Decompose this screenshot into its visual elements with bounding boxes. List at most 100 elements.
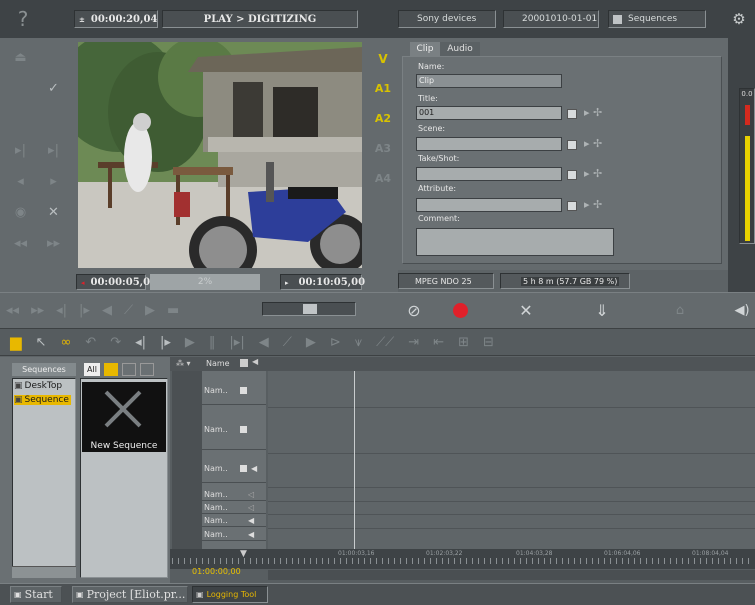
sequences-tab[interactable]: Sequences <box>12 363 76 376</box>
tape-selector[interactable]: 20001010-01-01 <box>503 10 599 28</box>
check-icon[interactable]: ✓ <box>37 73 70 104</box>
jump-out-icon[interactable]: ▸| <box>37 135 70 166</box>
title-checkbox[interactable] <box>567 109 577 119</box>
track-row[interactable]: Nam.. <box>202 410 266 450</box>
tab-clip[interactable]: Clip <box>410 42 440 56</box>
video-preview[interactable] <box>78 42 362 268</box>
fast-forward-button[interactable]: ▸▸ <box>31 303 44 318</box>
mark-in-button[interactable]: ◀ <box>102 303 112 318</box>
track-v[interactable]: V <box>370 52 396 82</box>
no-video-button[interactable]: ⊘ <box>402 296 426 324</box>
tab-audio[interactable]: Audio <box>440 42 480 56</box>
video-toggle-icon[interactable] <box>240 465 247 472</box>
track-row[interactable]: Nam.. ◀ <box>202 455 266 483</box>
tree-item-sequence[interactable]: ▣ Sequence <box>14 395 71 405</box>
take-increment-icon[interactable]: ▸ ✢ <box>584 167 602 180</box>
name-field[interactable]: Clip <box>416 74 562 88</box>
audio-toggle-icon[interactable]: ◀ <box>251 464 257 473</box>
audio-toggle-icon[interactable]: ◁ <box>248 503 254 512</box>
in-timecode[interactable]: ◂ 00:00:05,00 <box>76 274 157 290</box>
insert-icon[interactable]: ⇤ <box>433 335 444 350</box>
jog-slider[interactable] <box>262 302 356 316</box>
title-increment-icon[interactable]: ▸ ✢ <box>584 106 602 119</box>
take-field[interactable] <box>416 167 562 181</box>
track-row[interactable]: Nam.. ◀ <box>202 529 266 541</box>
save-clip-button[interactable]: ⇓ <box>590 296 614 324</box>
play-selection-icon[interactable]: ▶ <box>185 335 195 350</box>
scene-checkbox[interactable] <box>567 140 577 150</box>
bin-selector[interactable]: Sequences <box>608 10 706 28</box>
pointer-icon[interactable]: ↖ <box>36 335 47 350</box>
timeline-scrollbar[interactable] <box>268 570 755 580</box>
out-timecode[interactable]: ▸ 00:10:05,00 <box>280 274 365 290</box>
record-button[interactable] <box>453 303 468 318</box>
match-frame-icon[interactable]: ⊞ <box>458 335 469 350</box>
step-icon[interactable]: |▸| <box>229 335 244 350</box>
tree-item-desktop[interactable]: ▣ DeskTop <box>14 381 62 391</box>
rewind-icon[interactable]: ◂◂ <box>4 228 37 259</box>
mark-out-icon[interactable]: ▶ <box>306 335 316 350</box>
timeline-menu-icon[interactable]: ⁂ ▾ <box>176 359 191 368</box>
track-row[interactable]: Nam.. ◀ <box>202 515 266 527</box>
track-a2[interactable]: A2 <box>370 112 396 142</box>
redo-icon[interactable]: ↷ <box>110 335 121 350</box>
scene-field[interactable] <box>416 137 562 151</box>
folder-icon[interactable]: ▆ <box>10 333 22 351</box>
playhead-line[interactable] <box>354 371 355 549</box>
logging-tool-task-button[interactable]: ▣ Logging Tool <box>192 586 268 603</box>
new-sequence-tile[interactable]: New Sequence <box>82 382 166 452</box>
rewind-button[interactable]: ◂◂ <box>6 303 19 318</box>
render-icon[interactable]: ⊟ <box>483 335 494 350</box>
video-toggle-icon[interactable] <box>240 426 247 433</box>
next-edit-icon[interactable]: |▸ <box>160 335 171 350</box>
undo-icon[interactable]: ↶ <box>85 335 96 350</box>
lift-icon[interactable]: ⊳ <box>330 335 341 350</box>
start-button[interactable]: ▣ Start <box>10 586 62 603</box>
view-list-icon[interactable] <box>122 363 136 376</box>
tree-scrollbar[interactable] <box>12 566 76 578</box>
play-to-out-icon[interactable]: ▸| <box>4 135 37 166</box>
track-a3[interactable]: A3 <box>370 142 396 172</box>
prev-edit-icon[interactable]: ◂| <box>135 335 146 350</box>
cut-clip-button[interactable]: ✕ <box>514 296 538 324</box>
trim-icon[interactable]: ⟋⟋ <box>376 335 394 350</box>
lock-button[interactable]: ⌂ <box>668 296 692 324</box>
device-selector[interactable]: Sony devices <box>398 10 496 28</box>
eject-icon[interactable]: ⏏ <box>4 42 37 73</box>
attribute-field[interactable] <box>416 198 562 212</box>
video-toggle-icon[interactable] <box>240 387 247 394</box>
view-icons-icon[interactable] <box>104 363 118 376</box>
pause-icon[interactable]: ‖ <box>209 335 216 350</box>
track-a4[interactable]: A4 <box>370 172 396 202</box>
track-a1[interactable]: A1 <box>370 82 396 112</box>
help-icon[interactable]: ? <box>4 4 42 34</box>
forward-icon[interactable]: ▸▸ <box>37 228 70 259</box>
track-row[interactable]: Nam.. ◁ <box>202 489 266 501</box>
mark-in-icon[interactable]: ◀ <box>259 335 269 350</box>
audio-toggle-icon[interactable]: ◁ <box>248 490 254 499</box>
cut-icon[interactable]: ✕ <box>37 197 70 228</box>
attribute-increment-icon[interactable]: ▸ ✢ <box>584 198 602 211</box>
view-details-icon[interactable] <box>140 363 154 376</box>
shuttle-forward-icon[interactable]: ▸ <box>37 166 70 197</box>
overwrite-icon[interactable]: ⇥ <box>408 335 419 350</box>
attribute-checkbox[interactable] <box>567 201 577 211</box>
razor-icon[interactable]: ⟋ <box>283 335 292 350</box>
audio-toggle-icon[interactable]: ◀ <box>248 530 254 539</box>
shuttle-back-icon[interactable]: ◂ <box>4 166 37 197</box>
project-task-button[interactable]: ▣ Project [Eliot.pr... <box>72 586 188 603</box>
eye-icon[interactable]: ◉ <box>4 197 37 228</box>
track-row[interactable]: Nam.. <box>202 377 266 405</box>
filter-all-button[interactable]: All <box>84 363 100 376</box>
scene-increment-icon[interactable]: ▸ ✢ <box>584 137 602 150</box>
end-button[interactable]: ▬ <box>167 303 179 318</box>
audio-toggle-icon[interactable]: ◀ <box>248 516 254 525</box>
playhead-marker-icon[interactable]: ▼ <box>240 549 247 559</box>
jog-slider-thumb[interactable] <box>303 304 317 314</box>
stop-button[interactable]: ▶ <box>145 303 155 318</box>
extract-icon[interactable]: ⩛ <box>355 335 362 350</box>
play-button[interactable]: |▸ <box>79 303 90 318</box>
settings-icon[interactable]: ⚙ <box>728 10 750 28</box>
link-icon[interactable]: ∞ <box>60 335 71 350</box>
splice-button[interactable]: ⟋ <box>124 303 133 318</box>
